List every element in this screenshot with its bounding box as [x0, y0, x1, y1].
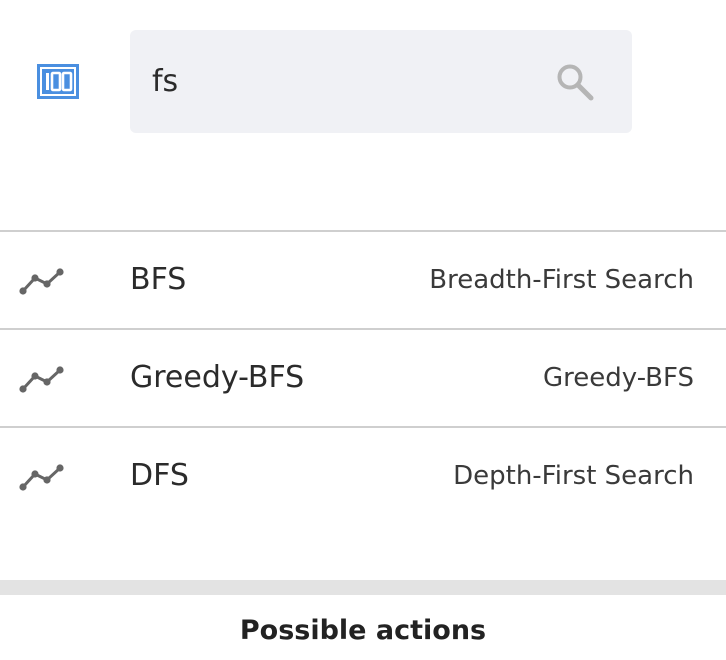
result-row-greedy-bfs[interactable]: Greedy-BFS Greedy-BFS: [0, 328, 726, 426]
line-chart-icon: [19, 268, 64, 295]
result-row-dfs[interactable]: DFS Depth-First Search: [0, 426, 726, 524]
result-name: BFS: [130, 262, 187, 297]
search-panel: BFS Breadth-First Search Greedy-BFS Gree…: [0, 0, 726, 660]
line-chart-icon: [19, 464, 64, 491]
section-divider: [0, 580, 726, 595]
search-icon[interactable]: [555, 62, 595, 102]
result-row-bfs[interactable]: BFS Breadth-First Search: [0, 230, 726, 328]
counter-100-icon[interactable]: [37, 64, 79, 99]
results-list: BFS Breadth-First Search Greedy-BFS Gree…: [0, 230, 726, 524]
result-name: DFS: [130, 458, 189, 493]
search-input[interactable]: [152, 30, 552, 133]
result-description: Depth-First Search: [453, 461, 694, 491]
result-name: Greedy-BFS: [130, 360, 305, 395]
line-chart-icon: [19, 366, 64, 393]
result-description: Greedy-BFS: [543, 363, 694, 393]
result-description: Breadth-First Search: [429, 265, 694, 295]
possible-actions-heading: Possible actions: [239, 615, 487, 646]
